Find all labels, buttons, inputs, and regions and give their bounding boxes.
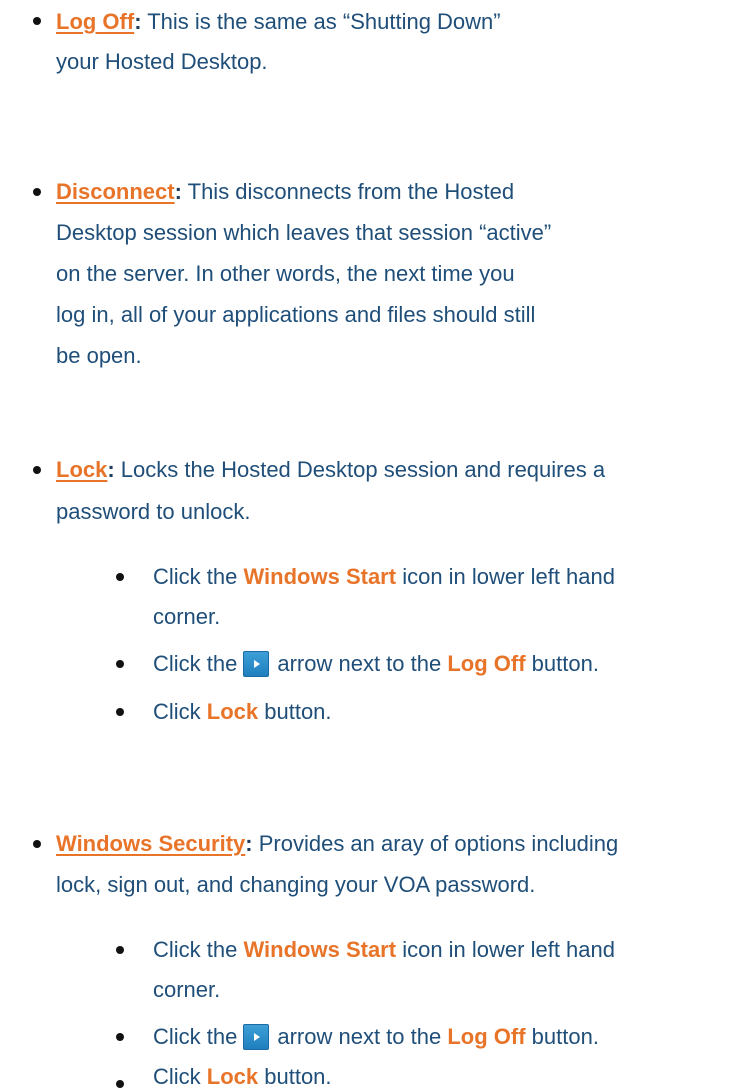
step-text: Click [153,1064,207,1089]
bullet-dot [116,573,124,581]
step-text: Click the [153,1024,238,1049]
step-text: button. [525,1024,599,1049]
log-off-line-1: Log Off: This is the same as “Shutting D… [56,0,501,44]
expand-arrow-icon [243,651,270,677]
bullet-dot [116,660,124,668]
windows-start-label: Windows Start [243,937,397,962]
step-text: Click the [153,651,238,676]
windows-security-text-1: Provides an aray of options including [252,831,619,856]
lock-label: Lock [206,699,259,724]
bullet-dot [33,840,41,848]
document-page: Log Off: This is the same as “Shutting D… [0,0,733,1092]
lock-label: Lock [206,1064,259,1089]
step-text: Click [153,699,207,724]
disconnect-line-5: be open. [56,343,142,368]
bullet-dot [33,17,41,25]
expand-arrow-icon [243,1024,270,1050]
windows-security-line-1: Windows Security: Provides an aray of op… [56,822,618,866]
disconnect-colon: : [174,179,182,204]
lock-line-1: Lock: Locks the Hosted Desktop session a… [56,448,605,492]
bullet-dot [33,466,41,474]
ws-step-1-line-1: Click the Windows Start icon in lower le… [153,928,615,972]
disconnect-text-1: This disconnects from the Hosted [181,179,515,204]
step-text: Click the [153,564,244,589]
disconnect-term: Disconnect [56,179,175,204]
log-off-colon: : [134,9,142,34]
windows-security-colon: : [245,831,253,856]
lock-step-2: Click the arrow next to the Log Off butto… [153,642,599,686]
step-text: icon in lower left hand [396,937,615,962]
ws-step-3: Click Lock button. [153,1062,332,1092]
lock-line-2: password to unlock. [56,499,251,524]
disconnect-line-2: Desktop session which leaves that sessio… [56,220,552,245]
log-off-text-1: This is the same as “Shutting Down” [141,9,501,34]
step-text: button. [258,699,332,724]
windows-security-term: Windows Security [56,831,246,856]
lock-step-1-line-1: Click the Windows Start icon in lower le… [153,555,615,599]
bullet-dot [116,708,124,716]
lock-step-1-line-2: corner. [153,604,221,629]
step-text: arrow next to the [277,1024,448,1049]
disconnect-line-1: Disconnect: This disconnects from the Ho… [56,170,514,214]
log-off-line-2: your Hosted Desktop. [56,49,268,74]
step-text: button. [258,1064,332,1089]
disconnect-line-3: on the server. In other words, the next … [56,261,515,286]
log-off-label: Log Off [447,1024,526,1049]
step-text: button. [525,651,599,676]
lock-term: Lock [56,457,108,482]
step-text: Click the [153,937,244,962]
lock-text-1: Locks the Hosted Desktop session and req… [114,457,606,482]
windows-start-label: Windows Start [243,564,397,589]
lock-colon: : [107,457,115,482]
bullet-dot [33,188,41,196]
log-off-term: Log Off [56,9,135,34]
windows-security-line-2: lock, sign out, and changing your VOA pa… [56,872,536,897]
disconnect-line-4: log in, all of your applications and fil… [56,302,536,327]
lock-step-3: Click Lock button. [153,690,332,734]
ws-step-1-line-2: corner. [153,977,221,1002]
bullet-dot [116,1033,124,1041]
step-text: arrow next to the [277,651,448,676]
bullet-dot [116,946,124,954]
ws-step-2: Click the arrow next to the Log Off butto… [153,1015,599,1059]
bullet-dot [116,1080,124,1088]
step-text: icon in lower left hand [396,564,615,589]
log-off-label: Log Off [447,651,526,676]
